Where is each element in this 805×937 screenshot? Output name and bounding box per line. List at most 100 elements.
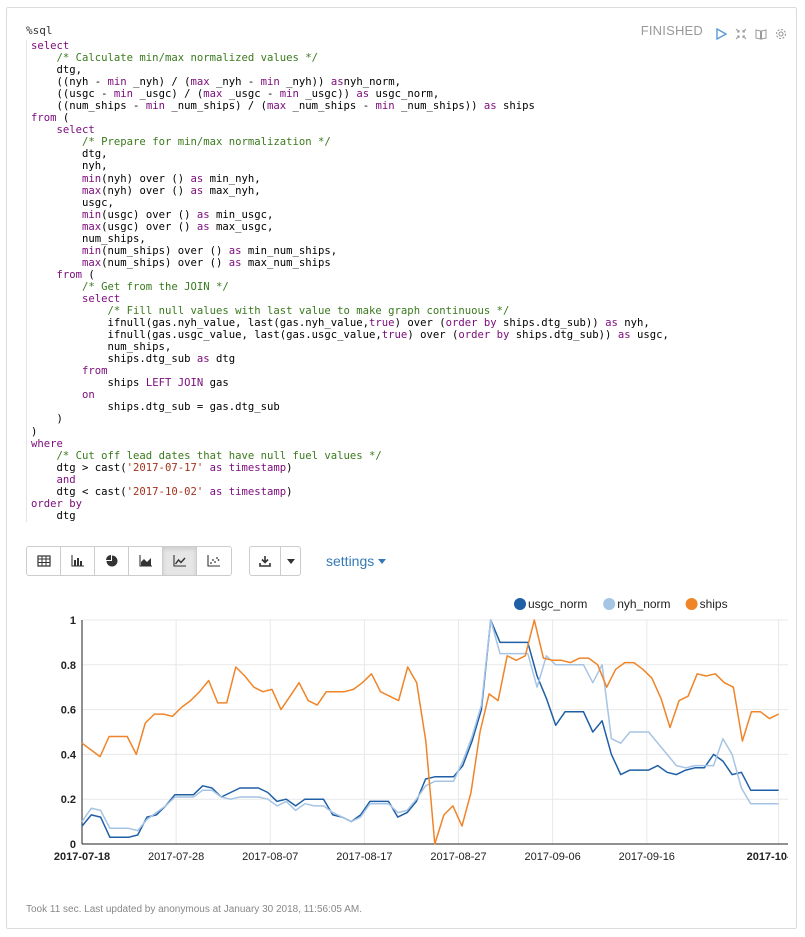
code-token: max: [267, 100, 287, 113]
code-token: (: [56, 112, 70, 125]
code-token: ): [286, 461, 293, 474]
code-token: (nyh) over (): [101, 172, 191, 185]
download-button-group: [249, 546, 301, 576]
code-token: _nyh -: [209, 76, 261, 89]
x-tick-label: 2017-10-0: [747, 851, 788, 863]
code-token: (nyh) over (): [101, 184, 191, 197]
code-token: ): [286, 485, 293, 498]
code-token: _nyh)): [279, 76, 331, 89]
download-options-button[interactable]: [280, 547, 300, 575]
code-token: ships.dtg_sub = gas.dtg_sub: [31, 401, 280, 414]
code-token: min: [260, 76, 280, 89]
code-token: min: [113, 88, 134, 101]
x-tick-label: 2017-08-27: [430, 851, 486, 863]
code-token: true: [369, 317, 395, 330]
y-tick-label: 0.8: [61, 660, 76, 672]
status-label: FINISHED: [640, 23, 703, 38]
code-token: on: [82, 389, 95, 402]
code-token: min_nyh,: [203, 172, 261, 185]
download-button[interactable]: [250, 547, 280, 575]
code-token: as: [605, 317, 618, 330]
code-token: max_usgc,: [209, 220, 274, 233]
code-token: select: [31, 40, 70, 52]
collapse-icon[interactable]: [735, 25, 747, 39]
code-token: from: [56, 268, 83, 281]
code-token: dtg,: [31, 148, 108, 161]
code-token: as: [617, 329, 631, 342]
code-token: _usgc) / (: [133, 88, 204, 101]
code-token: _usgc)): [298, 88, 357, 101]
code-token: as: [356, 88, 370, 101]
code-token: (num_ships) over (): [101, 256, 229, 269]
code-token: order by: [31, 497, 83, 510]
code-token: num_ships,: [31, 232, 146, 245]
pie-chart-icon: [105, 555, 117, 567]
code-token: as: [228, 256, 242, 269]
code-token: timestamp: [228, 485, 287, 498]
paragraph-control-bar: FINISHED: [640, 23, 787, 40]
code-token: /* Cut off lead dates that have null fue…: [56, 449, 382, 462]
series-line-ships: [81, 619, 779, 845]
code-token: max: [203, 88, 223, 101]
x-tick-label: 2017-08-17: [336, 851, 392, 863]
code-token: '2017-10-02': [126, 485, 204, 498]
line-chart-button[interactable]: [163, 547, 197, 575]
book-icon[interactable]: [755, 25, 767, 40]
code-token: min_num_ships,: [241, 244, 338, 257]
y-tick-label: 1: [70, 615, 76, 627]
code-token: max: [82, 184, 102, 197]
code-token: true: [381, 329, 408, 342]
code-token: min_usgc,: [209, 208, 274, 221]
code-token: ): [31, 413, 63, 426]
code-token: _nyh) / (: [126, 76, 191, 89]
code-editor[interactable]: select /* Calculate min/max normalized v…: [26, 40, 791, 522]
play-icon[interactable]: [715, 25, 728, 40]
legend-label-usgc_norm: usgc_norm: [528, 597, 587, 611]
code-token: max: [82, 220, 102, 233]
line-chart: 0 0.2 0.4 0.6 0.8 1 2017-07-18 2017-07-28 2017-0…: [18, 592, 797, 867]
code-token: ships: [496, 100, 535, 113]
code-token: ): [31, 425, 38, 438]
table-view-button[interactable]: [27, 547, 61, 575]
download-icon: [259, 556, 271, 567]
code-token: (usgc) over (): [101, 220, 197, 233]
code-token: /* Get from the JOIN */: [82, 280, 229, 293]
code-token: dtg < cast(: [31, 485, 127, 498]
interpreter-label: %sql: [26, 24, 53, 37]
code-token: usgc,: [31, 196, 114, 209]
paragraph-footer: Took 11 sec. Last updated by anonymous a…: [26, 904, 362, 915]
code-token: gas: [203, 377, 229, 390]
settings-label: settings: [326, 553, 375, 569]
code-token: where: [31, 437, 63, 450]
code-token: and: [56, 473, 76, 486]
x-tick-label: 2017-07-18: [54, 851, 110, 863]
gear-icon[interactable]: [775, 25, 787, 39]
code-token: num_ships,: [31, 341, 172, 354]
scatter-chart-button[interactable]: [197, 547, 231, 575]
code-token: max_num_ships: [241, 256, 331, 269]
y-tick-label: 0.4: [61, 749, 77, 761]
code-token: dtg > cast(: [31, 461, 127, 474]
caret-down-icon: [286, 558, 295, 564]
scatter-chart-icon: [207, 555, 220, 567]
settings-dropdown[interactable]: settings: [326, 553, 387, 569]
code-token: as: [196, 208, 210, 221]
code-token: ships.dtg_sub)): [509, 329, 618, 342]
code-token: _num_ships)): [394, 100, 484, 113]
code-token: usgc,: [630, 329, 669, 342]
code-token: from: [31, 112, 57, 125]
bar-chart-button[interactable]: [61, 547, 95, 575]
pie-chart-button[interactable]: [95, 547, 129, 575]
area-chart-button[interactable]: [129, 547, 163, 575]
code-token: max: [190, 76, 210, 89]
bar-chart-icon: [70, 555, 84, 567]
